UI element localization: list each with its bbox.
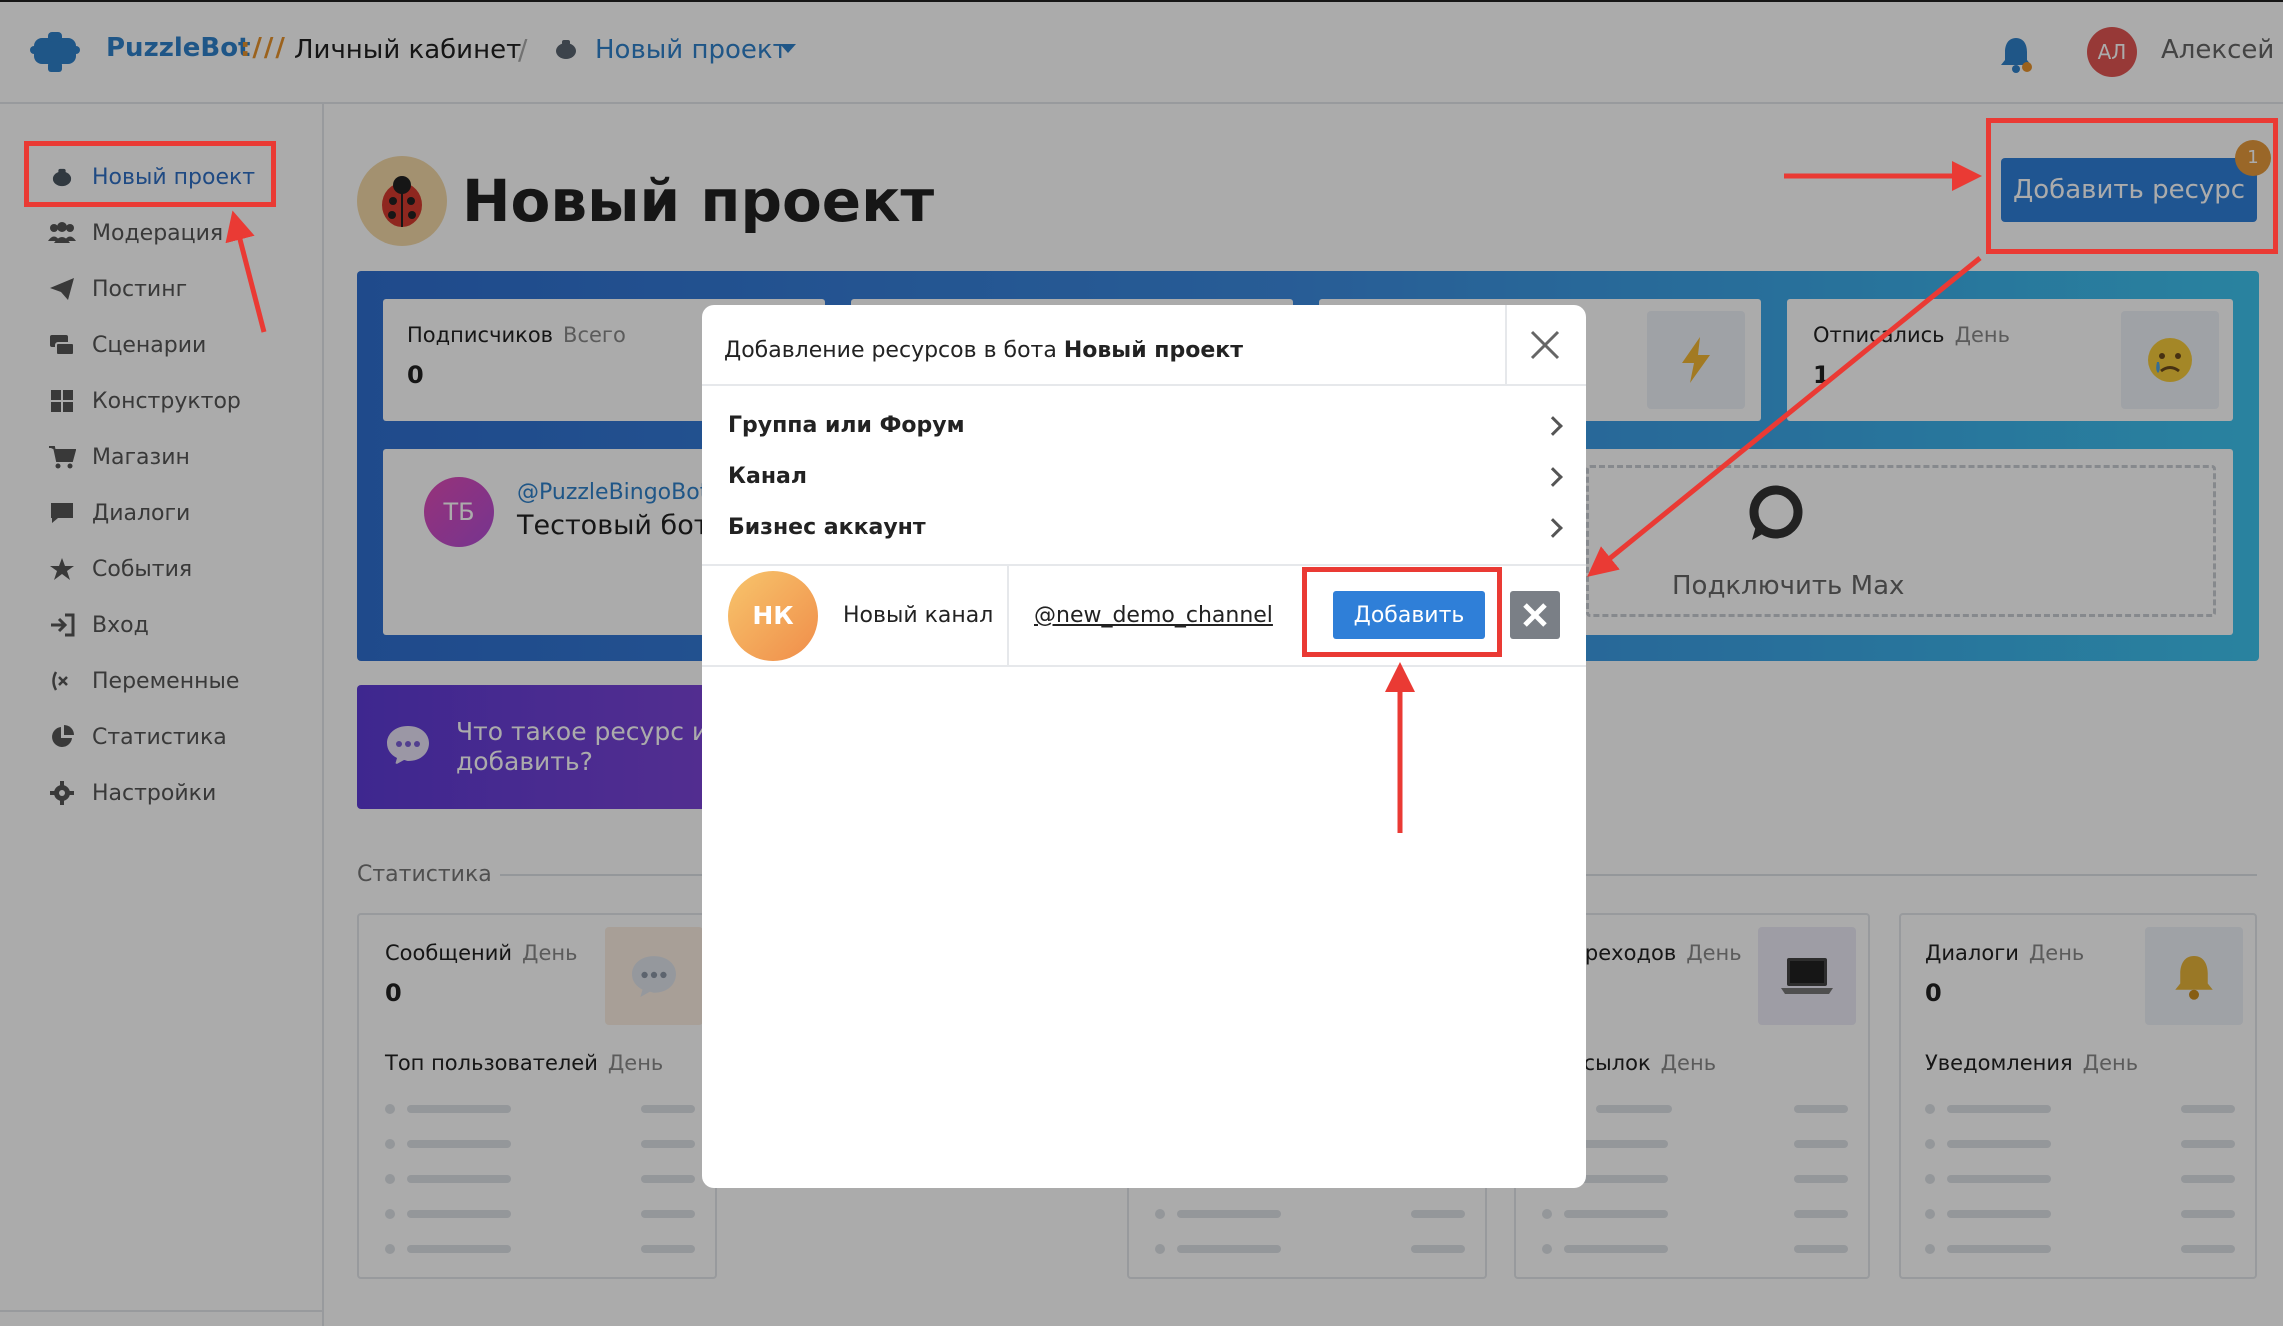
arrow-to-sidebar bbox=[225, 210, 267, 333]
annotation-arrows bbox=[225, 161, 1982, 833]
arrow-to-modal bbox=[1587, 256, 1982, 577]
